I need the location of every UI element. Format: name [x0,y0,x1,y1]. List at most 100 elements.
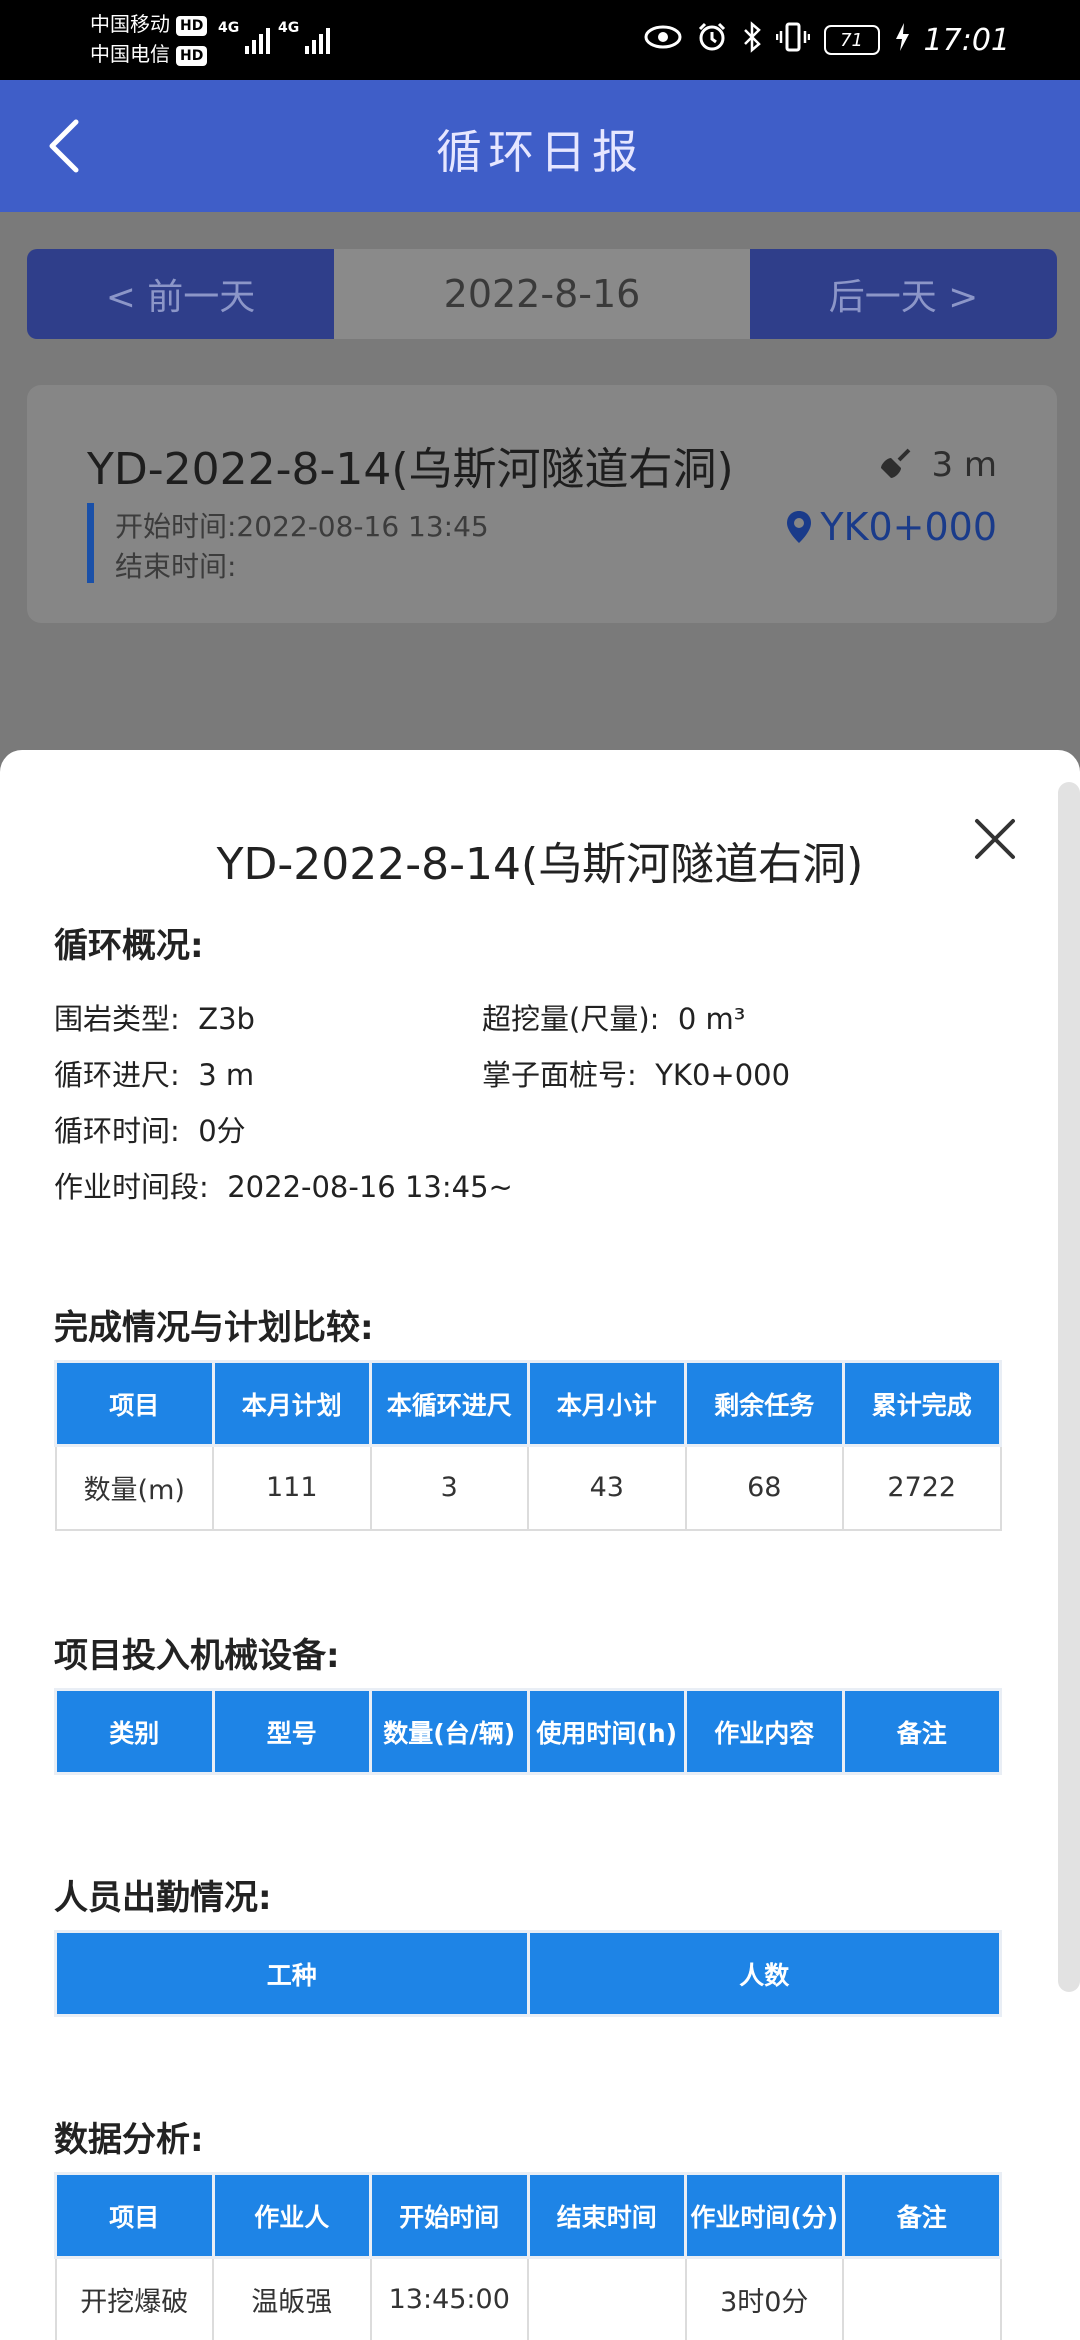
column-header: 结束时间 [526,2172,687,2259]
carrier-1: 中国移动 HD [90,12,208,36]
clock: 17:01 [923,22,1010,58]
network-type-1: 4G [218,20,240,36]
column-header: 开始时间 [369,2172,530,2259]
work-period-value: 2022-08-16 13:45~ [227,1170,513,1204]
signal-1-icon: 4G [218,20,271,54]
eye-icon [644,24,682,57]
table-cell: 13:45:00 [369,2256,529,2340]
network-type-2: 4G [278,20,300,36]
shovel-icon [881,448,911,478]
rock-type-label: 围岩类型: [54,1002,180,1036]
card-end-time: 结束时间: [115,550,237,583]
vibrate-icon [775,21,810,60]
table-cell [842,2256,1002,2340]
detail-sheet: YD-2022-8-14(乌斯河隧道右洞) 循环概况: 围岩类型: Z3b 超挖… [0,750,1080,2340]
card-location-value: YK0+000 [820,505,997,549]
cycle-advance-label: 循环进尺: [54,1058,180,1092]
column-header: 本月小计 [526,1360,687,1447]
column-header: 人数 [526,1930,1002,2017]
column-header: 作业时间(分) [684,2172,845,2259]
column-header: 项目 [54,1360,215,1447]
table-header-row: 类别 型号 数量(台/辆) 使用时间(h) 作业内容 备注 [54,1688,1002,1775]
column-header: 累计完成 [841,1360,1002,1447]
cycle-time: 循环时间: 0分 [54,1108,246,1150]
table-header-row: 项目 本月计划 本循环进尺 本月小计 剩余任务 累计完成 [54,1360,1002,1447]
table-cell: 3时0分 [684,2256,844,2340]
current-date[interactable]: 2022-8-16 [334,249,750,339]
attendance-table: 工种 人数 [54,1930,1002,2017]
cycle-time-label: 循环时间: [54,1114,180,1148]
table-cell: 温皈强 [212,2256,372,2340]
face-station: 掌子面桩号: YK0+000 [482,1052,790,1094]
column-header: 本月计划 [211,1360,372,1447]
overbreak-label: 超挖量(尺量): [482,1002,660,1036]
completion-heading: 完成情况与计划比较: [54,1308,374,1348]
status-icons: 71 17:01 [644,20,1010,60]
app-bar: 循环日报 [0,80,1080,212]
column-header: 作业内容 [684,1688,845,1775]
signal-2-icon: 4G [278,20,331,54]
card-length-value: 3 m [931,445,997,485]
face-station-label: 掌子面桩号: [482,1058,637,1092]
rock-type: 围岩类型: Z3b [54,996,255,1038]
table-header-row: 项目 作业人 开始时间 结束时间 作业时间(分) 备注 [54,2172,1002,2259]
column-header: 备注 [841,1688,1002,1775]
completion-table: 项目 本月计划 本循环进尺 本月小计 剩余任务 累计完成 数量(m) 111 3… [54,1360,1002,1531]
table-cell: 3 [369,1444,529,1531]
work-period-label: 作业时间段: [54,1170,209,1204]
table-header-row: 工种 人数 [54,1930,1002,2017]
column-header: 本循环进尺 [369,1360,530,1447]
table-cell: 43 [527,1444,687,1531]
column-header: 数量(台/辆) [369,1688,530,1775]
hd-badge-1: HD [176,15,208,36]
equipment-heading: 项目投入机械设备: [54,1636,340,1676]
cycle-time-value: 0分 [198,1114,246,1148]
column-header: 备注 [841,2172,1002,2259]
carrier-1-name: 中国移动 [90,12,170,36]
close-button[interactable] [972,816,1018,862]
equipment-table: 类别 型号 数量(台/辆) 使用时间(h) 作业内容 备注 [54,1688,1002,1775]
card-start-time: 开始时间:2022-08-16 13:45 [115,510,489,543]
alarm-icon [696,21,728,60]
hd-badge-2: HD [176,45,208,66]
sheet-title: YD-2022-8-14(乌斯河隧道右洞) [216,839,864,890]
cycle-advance: 循环进尺: 3 m [54,1052,254,1094]
previous-day-button[interactable]: < 前一天 [27,249,334,339]
rock-type-value: Z3b [198,1002,255,1036]
card-length: 3 m [875,445,997,485]
overbreak: 超挖量(尺量): 0 m³ [482,996,745,1038]
card-accent-bar [87,503,94,583]
column-header: 使用时间(h) [526,1688,687,1775]
carrier-2: 中国电信 HD [90,42,208,66]
table-cell: 数量(m) [54,1444,214,1531]
work-period: 作业时间段: 2022-08-16 13:45~ [54,1164,513,1206]
location-pin-icon [787,511,812,543]
table-cell: 111 [212,1444,372,1531]
table-row: 数量(m) 111 3 43 68 2722 [54,1444,1002,1531]
table-cell: 2722 [842,1444,1002,1531]
overview-heading: 循环概况: [54,926,204,966]
charging-icon [894,22,910,59]
face-station-value: YK0+000 [655,1058,791,1092]
next-day-button[interactable]: 后一天 > [750,249,1057,339]
table-cell: 开挖爆破 [54,2256,214,2340]
column-header: 项目 [54,2172,215,2259]
table-cell [527,2256,687,2340]
battery-icon: 71 [823,25,880,55]
column-header: 工种 [54,1930,530,2017]
scrollbar[interactable] [1058,782,1080,1992]
column-header: 作业人 [211,2172,372,2259]
cycle-advance-value: 3 m [198,1058,255,1092]
cycle-card[interactable]: YD-2022-8-14(乌斯河隧道右洞) 开始时间:2022-08-16 13… [27,385,1057,623]
table-cell: 68 [684,1444,844,1531]
screen: 中国移动 HD 中国电信 HD 4G 4G 71 17:01 循环日报 < 前一… [0,0,1080,2340]
column-header: 型号 [211,1688,372,1775]
page-title: 循环日报 [436,125,644,179]
analysis-table: 项目 作业人 开始时间 结束时间 作业时间(分) 备注 开挖爆破 温皈强 13:… [54,2172,1002,2340]
date-navigation: < 前一天 2022-8-16 后一天 > [27,249,1057,339]
status-bar: 中国移动 HD 中国电信 HD 4G 4G 71 17:01 [0,0,1080,80]
column-header: 类别 [54,1688,215,1775]
table-row: 开挖爆破 温皈强 13:45:00 3时0分 [54,2256,1002,2340]
carrier-2-name: 中国电信 [90,42,170,66]
bluetooth-icon [742,20,762,60]
